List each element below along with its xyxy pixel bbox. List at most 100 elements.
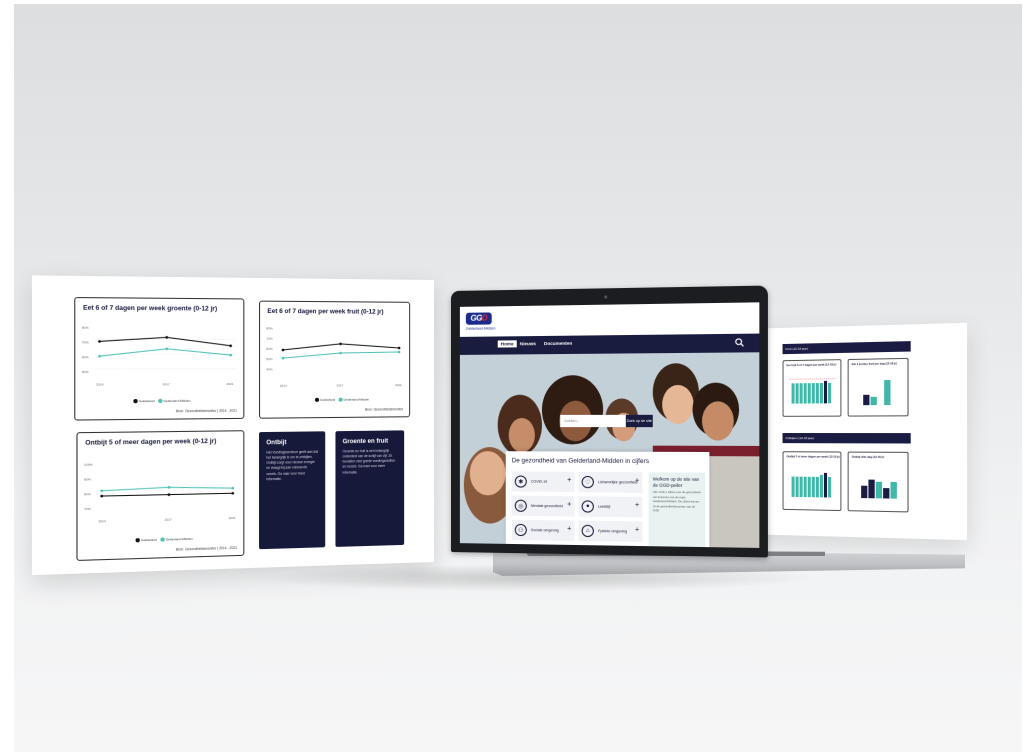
y-tick: 50%: [266, 357, 273, 361]
site-header: GGD Gelderland-Midden: [460, 302, 759, 337]
svg-text:2014: 2014: [98, 519, 106, 523]
hero-search: Zoeken... Zoek op de site: [560, 415, 653, 427]
svg-text:2017: 2017: [165, 518, 172, 522]
x-tick: 2014: [96, 383, 104, 387]
chart-source: Bron: Gezondheidsmonitor | 2014 - 2021: [176, 546, 237, 552]
section-title: De gezondheid van Gelderland-Midden in c…: [512, 457, 649, 465]
health-figures-card: De gezondheid van Gelderland-Midden in c…: [506, 451, 710, 547]
chart-title: Eet 6 of 7 dagen per week groente (0-12 …: [83, 304, 217, 312]
series-line-gelderland-midden: [102, 486, 233, 491]
tile-leefstijl[interactable]: ● Leefstijl +: [579, 496, 643, 517]
chart-card-groente: Eet 6 of 7 dagen per week groente (0-12 …: [74, 297, 244, 421]
nav-item-home[interactable]: Home: [498, 340, 517, 347]
brain-icon: ◎: [515, 500, 527, 512]
x-tick: 2014: [280, 384, 287, 388]
section-header: Ontbijten (12-18 jaar): [783, 433, 911, 444]
bar-chart-card: Ontbijt 5 of meer dagen per week (12-18 …: [783, 451, 842, 511]
house-icon: ⌂: [582, 525, 594, 537]
plus-icon: +: [567, 526, 571, 533]
apple-icon: ●: [582, 500, 594, 512]
welcome-title: Welkom op de site van de GGD-peiler: [653, 476, 701, 488]
camera-icon: [604, 295, 607, 298]
tile-mentaal[interactable]: ◎ Mentale gezondheid +: [512, 496, 575, 517]
info-card-title: Ontbijt: [266, 440, 318, 447]
section-header: Fruit (12-18 jaar): [783, 341, 911, 354]
data-point: [98, 340, 101, 343]
laptop-screen: GGD Gelderland-Midden Home Nieuws Docume…: [460, 302, 759, 548]
chart-title: Ontbijt elke dag (12-18 jr): [852, 456, 884, 459]
chart-legend: Gelderland Gelderland-Midden: [312, 397, 369, 402]
search-input[interactable]: Zoeken...: [560, 415, 626, 427]
legend-swatch: [133, 399, 137, 403]
chart-card-fruit: Eet 6 of 7 dagen per week fruit (0-12 jr…: [259, 301, 410, 419]
nav-item-documenten[interactable]: Documenten: [544, 341, 572, 346]
laptop-lid: GGD Gelderland-Midden Home Nieuws Docume…: [451, 286, 768, 558]
tile-sociaal[interactable]: ⚇ Sociale omgeving +: [512, 520, 575, 541]
search-icon[interactable]: [735, 338, 745, 347]
tile-covid[interactable]: ✱ COVID-19 +: [512, 471, 575, 492]
data-point: [229, 344, 232, 347]
tile-lichamelijk[interactable]: ♡ Lichamelijke gezondheid +: [579, 472, 643, 493]
y-tick: 60%: [82, 355, 89, 359]
x-tick: 2017: [336, 383, 343, 387]
people-icon: ⚇: [515, 524, 527, 536]
left-floating-dashboard: Eet 6 of 7 dagen per week groente (0-12 …: [32, 275, 434, 575]
chart-card-ontbijt: Ontbijt 5 of meer dagen per week (0-12 j…: [76, 430, 244, 561]
site-tagline: Gelderland-Midden: [466, 326, 496, 330]
svg-text:100%: 100%: [84, 463, 93, 467]
line-chart-fruit: 80% 70% 60% 50% 40% 2014 2017 2021: [264, 319, 407, 401]
info-card-groente-fruit: Groente en fruit Groente en fruit is een…: [335, 430, 404, 547]
plus-icon: +: [635, 477, 639, 484]
y-tick: 40%: [266, 367, 273, 371]
plus-icon: +: [567, 477, 571, 484]
logo-letters: GG: [470, 314, 481, 323]
info-card-title: Groente en fruit: [343, 438, 398, 445]
bar-chart-card: Eet fruit 6 of 7 dagen per week (12-18 j…: [783, 359, 842, 417]
y-tick: 60%: [266, 347, 273, 351]
info-card-text: Het Voedingscentrum geeft aan dat het be…: [266, 450, 318, 482]
ggd-logo[interactable]: GGD: [466, 312, 492, 324]
x-tick: 2021: [395, 383, 402, 387]
plus-icon: +: [635, 502, 639, 509]
search-button[interactable]: Zoek op de site: [626, 415, 653, 427]
info-card-text: Groente en fruit is een belangrijk onder…: [343, 449, 398, 476]
mockup-scene: Eet 6 of 7 dagen per week groente (0-12 …: [14, 4, 1022, 752]
bar-chart: [784, 360, 843, 418]
plus-icon: +: [635, 526, 639, 533]
svg-text:80%: 80%: [84, 492, 91, 496]
bar-chart: [849, 359, 910, 418]
data-point: [98, 355, 101, 358]
bar-chart: [849, 453, 910, 514]
chart-title: Ontbijt 5 of meer dagen per week (12-18 …: [787, 455, 840, 458]
virus-icon: ✱: [515, 475, 527, 487]
line-chart-groente: 80% 70% 60% 50% 2014 2017 2021: [80, 316, 241, 400]
hero-photo: Zoeken... Zoek op de site De gezondheid …: [460, 352, 759, 548]
svg-text:2021: 2021: [229, 516, 236, 520]
svg-text:90%: 90%: [84, 477, 91, 481]
chart-source: Bron: Gezondheidsmonitor | 2014 - 2021: [176, 409, 237, 414]
nav-item-nieuws[interactable]: Nieuws: [520, 341, 536, 346]
data-point: [165, 347, 168, 350]
bar-chart-card: Ontbijt elke dag (12-18 jr): [848, 452, 909, 513]
y-axis-ticks: 80% 70% 60% 50%: [82, 326, 89, 374]
y-tick: 50%: [82, 370, 89, 374]
y-tick: 70%: [266, 337, 273, 341]
welcome-text: Hier vindt u cijfers over de gezondheid …: [653, 491, 701, 515]
series-line-gelderland: [102, 493, 233, 496]
heart-icon: ♡: [582, 476, 594, 488]
info-card-ontbijt: Ontbijt Het Voedingscentrum geeft aan da…: [259, 431, 325, 549]
legend-swatch: [158, 399, 162, 403]
data-point: [165, 336, 168, 339]
welcome-box: Welkom op de site van de GGD-peiler Hier…: [649, 472, 706, 547]
bar-chart-card: Eet 4 porties fruit per dag (12-18 jr): [848, 358, 909, 417]
chart-legend: Gelderland Gelderland-Midden: [130, 398, 191, 403]
x-tick: 2017: [163, 382, 170, 386]
chart-source: Bron: Gezondheidsmonitor: [365, 407, 403, 411]
y-tick: 80%: [82, 326, 89, 330]
chart-legend: Gelderland Gelderland-Midden: [132, 536, 192, 542]
chart-title: Eet 6 of 7 dagen per week fruit (0-12 jr…: [267, 308, 383, 316]
plus-icon: +: [567, 501, 571, 508]
tile-fysiek[interactable]: ⌂ Fysieke omgeving +: [579, 521, 643, 542]
y-tick: 70%: [82, 340, 89, 344]
y-tick: 80%: [266, 326, 273, 330]
